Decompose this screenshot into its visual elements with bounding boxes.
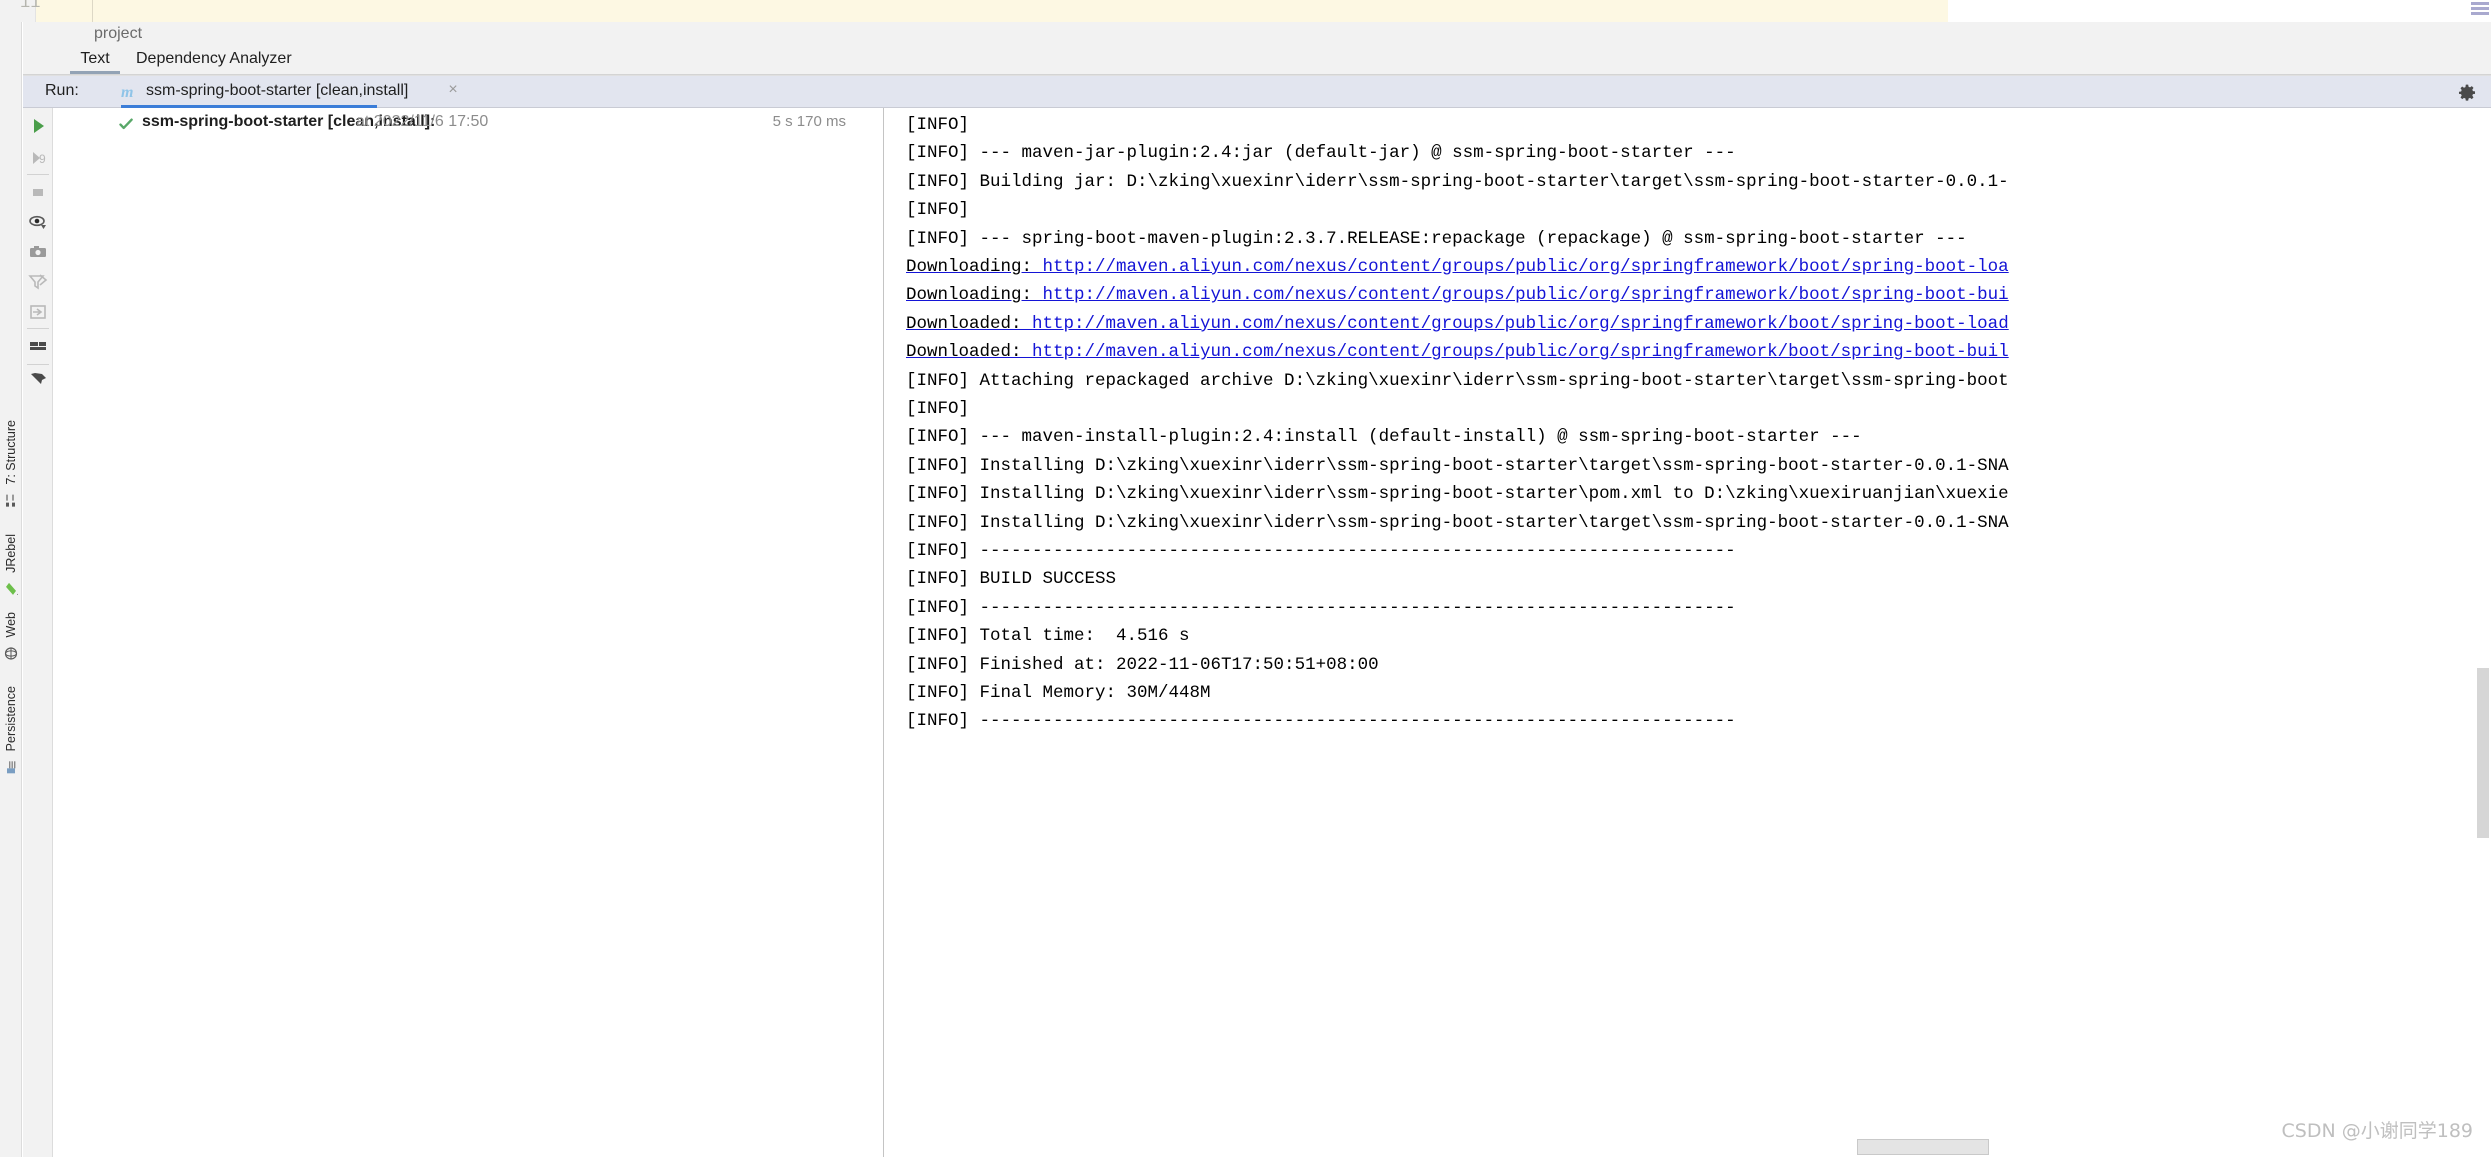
console-line: [INFO] ---------------------------------…	[906, 707, 1736, 735]
sidebar-item-structure[interactable]: 7: Structure	[0, 420, 22, 504]
run-actions-toolbar: 9	[23, 108, 53, 1157]
toolbar-divider-2	[27, 328, 49, 329]
console-line: [INFO] BUILD SUCCESS	[906, 565, 1116, 593]
console-line-prefix: Downloading:	[906, 285, 1043, 305]
sidebar-item-persistence-label: Persistence	[0, 686, 22, 751]
build-tree-pane: ssm-spring-boot-starter [clean,install]:…	[54, 108, 884, 1157]
rerun-failed-icon[interactable]: 9	[26, 146, 50, 170]
console-line: [INFO]	[906, 111, 969, 139]
console-line: [INFO] Final Memory: 30M/448M	[906, 679, 1211, 707]
sidebar-item-jrebel-label: JRebel	[0, 534, 22, 573]
console-line-prefix: Downloaded:	[906, 342, 1032, 362]
camera-icon[interactable]	[26, 240, 50, 264]
web-globe-icon	[4, 642, 18, 656]
console-line-prefix: Downloaded:	[906, 314, 1032, 334]
editor-strip: 11	[0, 0, 2491, 22]
idea-window: 11 7: Structure JR JRebel Web	[0, 0, 2491, 1157]
console-line: [INFO] --- maven-jar-plugin:2.4:jar (def…	[906, 139, 1736, 167]
maven-view-tabs: Text Dependency Analyzer	[23, 46, 2491, 74]
console-line: [INFO] ---------------------------------…	[906, 537, 1736, 565]
run-tool-window-header: Run: m ssm-spring-boot-starter [clean,in…	[23, 76, 2491, 108]
console-url[interactable]: http://maven.aliyun.com/nexus/content/gr…	[1032, 314, 2009, 334]
console-line: [INFO] Attaching repackaged archive D:\z…	[906, 367, 2009, 395]
eye-icon[interactable]	[26, 210, 50, 234]
console-line: [INFO] Total time: 4.516 s	[906, 622, 1190, 650]
maven-m-icon: m	[121, 84, 133, 102]
green-check-icon	[118, 116, 134, 132]
svg-text:9: 9	[39, 152, 46, 166]
console-line: [INFO]	[906, 395, 969, 423]
console-link-line[interactable]: Downloading: http://maven.aliyun.com/nex…	[906, 281, 2009, 309]
run-tab-label: ssm-spring-boot-starter [clean,install]	[146, 82, 408, 100]
console-url[interactable]: http://maven.aliyun.com/nexus/content/gr…	[1043, 257, 2009, 277]
close-icon[interactable]: ×	[445, 82, 461, 98]
console-line: [INFO] --- maven-install-plugin:2.4:inst…	[906, 423, 1862, 451]
console-line: [INFO] ---------------------------------…	[906, 594, 1736, 622]
console-line: [INFO] Installing D:\zking\xuexinr\iderr…	[906, 452, 2009, 480]
structure-icon	[4, 490, 18, 504]
editor-separator	[92, 0, 93, 22]
console-horizontal-scrollbar[interactable]	[885, 1137, 2491, 1157]
console-line: [INFO] Installing D:\zking\xuexinr\iderr…	[906, 509, 2009, 537]
editor-gutter: 11	[0, 0, 36, 22]
console-line: [INFO] Installing D:\zking\xuexinr\iderr…	[906, 480, 2009, 508]
console-horizontal-scroll-thumb[interactable]	[1857, 1139, 1989, 1155]
sidebar-item-web[interactable]: Web	[0, 612, 22, 656]
toolbar-divider-3	[27, 364, 49, 365]
play-icon[interactable]	[26, 114, 50, 138]
svg-text:JR: JR	[17, 591, 18, 596]
tab-text[interactable]: Text	[70, 46, 120, 74]
breadcrumb-bar: project	[23, 22, 2491, 46]
toolbar-divider	[27, 174, 49, 175]
sidebar-item-jrebel[interactable]: JR JRebel	[0, 534, 22, 592]
console-link-line[interactable]: Downloaded: http://maven.aliyun.com/nexu…	[906, 310, 2009, 338]
tab-dependency-analyzer-label: Dependency Analyzer	[136, 50, 292, 67]
build-result-timestamp: at 2022/11/6 17:50	[356, 113, 488, 131]
sidebar-item-persistence[interactable]: Persistence	[0, 686, 22, 770]
stop-square-icon[interactable]	[26, 180, 50, 204]
console-url[interactable]: http://maven.aliyun.com/nexus/content/gr…	[1032, 342, 2009, 362]
console-line: [INFO] --- spring-boot-maven-plugin:2.3.…	[906, 225, 1967, 253]
console-link-line[interactable]: Downloaded: http://maven.aliyun.com/nexu…	[906, 338, 2009, 366]
console-url[interactable]: http://maven.aliyun.com/nexus/content/gr…	[1043, 285, 2009, 305]
sidebar-item-structure-label: 7: Structure	[0, 420, 22, 485]
editor-line-number: 11	[20, 0, 40, 13]
filter-icon[interactable]	[26, 270, 50, 294]
jrebel-icon: JR	[4, 578, 18, 592]
console-line: [INFO] Finished at: 2022-11-06T17:50:51+…	[906, 651, 1379, 679]
watermark: CSDN @小谢同学189	[2282, 1116, 2473, 1143]
persistence-icon	[4, 756, 18, 770]
build-result-duration: 5 s 170 ms	[773, 113, 846, 130]
console-line: [INFO]	[906, 196, 969, 224]
breadcrumb[interactable]: project	[94, 25, 142, 43]
console-link-line[interactable]: Downloading: http://maven.aliyun.com/nex…	[906, 253, 2009, 281]
import-arrow-icon[interactable]	[26, 300, 50, 324]
editor-current-line	[36, 0, 1948, 22]
sidebar-item-web-label: Web	[0, 612, 22, 637]
pin-icon[interactable]	[26, 370, 50, 394]
editor-minimap[interactable]	[2469, 0, 2491, 22]
tab-dependency-analyzer[interactable]: Dependency Analyzer	[136, 46, 292, 74]
table-row[interactable]: ssm-spring-boot-starter [clean,install]:…	[54, 108, 884, 138]
tab-text-label: Text	[80, 50, 109, 67]
build-console[interactable]: [INFO][INFO] --- maven-jar-plugin:2.4:ja…	[885, 108, 2491, 1157]
console-vertical-scrollbar[interactable]	[2477, 668, 2489, 838]
left-tool-rail: 7: Structure JR JRebel Web Persistence	[0, 22, 22, 1157]
run-label: Run:	[45, 82, 79, 100]
console-line-prefix: Downloading:	[906, 257, 1043, 277]
gear-icon[interactable]	[2457, 83, 2477, 103]
console-line: [INFO] Building jar: D:\zking\xuexinr\id…	[906, 168, 2009, 196]
layout-icon[interactable]	[26, 334, 50, 358]
